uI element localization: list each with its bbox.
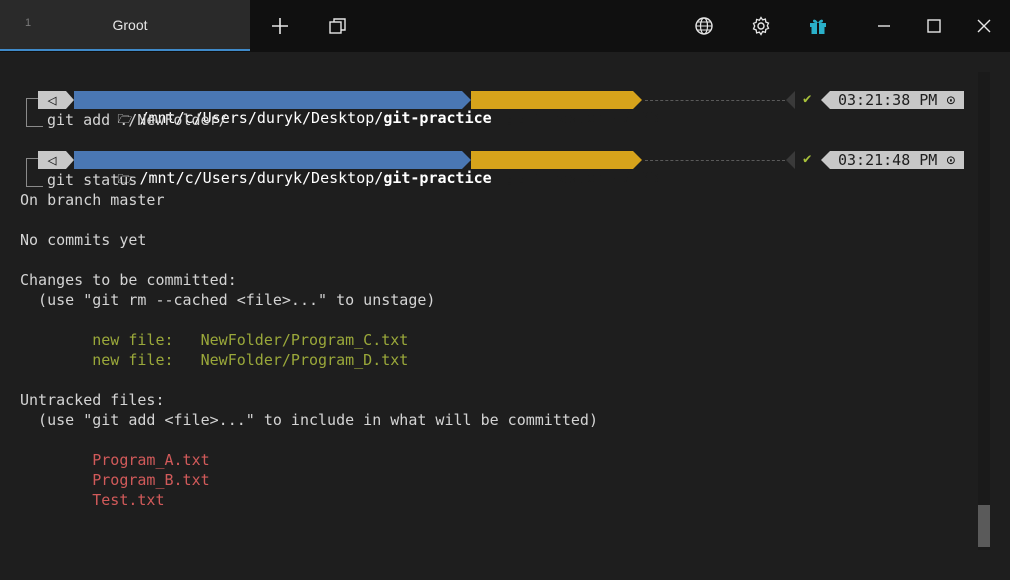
segment-separator bbox=[66, 151, 74, 169]
segment-separator bbox=[633, 91, 642, 109]
prompt-time: 03:21:48 PM ⊙ bbox=[830, 151, 964, 169]
prompt-os-icon: ◁ bbox=[38, 91, 66, 109]
windows-icon bbox=[329, 18, 346, 34]
segment-separator bbox=[462, 151, 471, 169]
segment-separator bbox=[633, 151, 642, 169]
prompt-filler bbox=[645, 100, 785, 101]
prompt-tree-bottom bbox=[26, 110, 43, 127]
maximize-icon bbox=[927, 19, 941, 33]
gear-icon bbox=[752, 16, 770, 36]
close-icon bbox=[977, 19, 991, 33]
plus-icon bbox=[272, 18, 288, 34]
tab-title: Groot bbox=[112, 17, 148, 33]
segment-separator bbox=[462, 91, 471, 109]
output-line: (use "git add <file>..." to include in w… bbox=[20, 411, 598, 429]
prompt-tree-bottom bbox=[26, 170, 43, 187]
scrollbar-thumb[interactable] bbox=[978, 505, 990, 547]
tab-groot[interactable]: 1 Groot bbox=[0, 0, 250, 51]
terminal-output[interactable]: ◁ 🗁 /mnt/c/Users/duryk/Desktop/git-pract… bbox=[0, 52, 1010, 580]
untracked-file: Program_A.txt bbox=[20, 451, 210, 469]
segment-separator bbox=[821, 91, 830, 109]
prompt-time: 03:21:38 PM ⊙ bbox=[830, 91, 964, 109]
output-line: (use "git rm --cached <file>..." to unst… bbox=[20, 291, 436, 309]
path-text: /mnt/c/Users/duryk/Desktop/ bbox=[139, 169, 384, 187]
command-line: git status bbox=[47, 171, 138, 189]
git-branch: ʳ master +2 ?3 bbox=[532, 169, 659, 187]
git-icon: git bbox=[507, 176, 524, 186]
prompt-filler bbox=[645, 160, 785, 161]
segment-separator bbox=[821, 151, 830, 169]
segment-separator bbox=[786, 91, 795, 109]
output-line: Changes to be committed: bbox=[20, 271, 237, 289]
output-line: No commits yet bbox=[20, 231, 147, 249]
minimize-button[interactable] bbox=[870, 12, 898, 40]
prompt-path: 🗁 /mnt/c/Users/duryk/Desktop/git-practic… bbox=[74, 151, 492, 187]
minimize-icon bbox=[878, 25, 890, 27]
output-line: Untracked files: bbox=[20, 391, 165, 409]
output-line: On branch master bbox=[20, 191, 165, 209]
scrollbar-track[interactable] bbox=[978, 72, 990, 550]
prompt-os-icon: ◁ bbox=[38, 151, 66, 169]
staged-file: new file: NewFolder/Program_C.txt bbox=[20, 331, 409, 349]
settings-button[interactable] bbox=[747, 12, 775, 40]
success-check-icon: ✔ bbox=[803, 91, 812, 107]
staged-file: new file: NewFolder/Program_D.txt bbox=[20, 351, 409, 369]
prompt-path: 🗁 /mnt/c/Users/duryk/Desktop/git-practic… bbox=[74, 91, 492, 127]
segment-separator bbox=[786, 151, 795, 169]
title-bar: 1 Groot bbox=[0, 0, 1010, 52]
gift-icon bbox=[810, 19, 826, 34]
globe-icon bbox=[695, 17, 713, 35]
language-button[interactable] bbox=[690, 12, 718, 40]
prompt-git-status: git ʳ master +2 ?3 bbox=[471, 91, 659, 127]
git-icon: git bbox=[507, 116, 524, 126]
new-tab-button[interactable] bbox=[266, 12, 294, 40]
tab-switcher-button[interactable] bbox=[324, 12, 352, 40]
untracked-file: Test.txt bbox=[20, 491, 165, 509]
close-button[interactable] bbox=[970, 12, 998, 40]
success-check-icon: ✔ bbox=[803, 151, 812, 167]
gift-button[interactable] bbox=[804, 12, 832, 40]
segment-separator bbox=[66, 91, 74, 109]
git-branch: ʳ master +2 ?3 bbox=[532, 109, 659, 127]
untracked-file: Program_B.txt bbox=[20, 471, 210, 489]
command-line: git add ./NewFolder/ bbox=[47, 111, 228, 129]
prompt-git-status: git ʳ master +2 ?3 bbox=[471, 151, 659, 187]
maximize-button[interactable] bbox=[920, 12, 948, 40]
